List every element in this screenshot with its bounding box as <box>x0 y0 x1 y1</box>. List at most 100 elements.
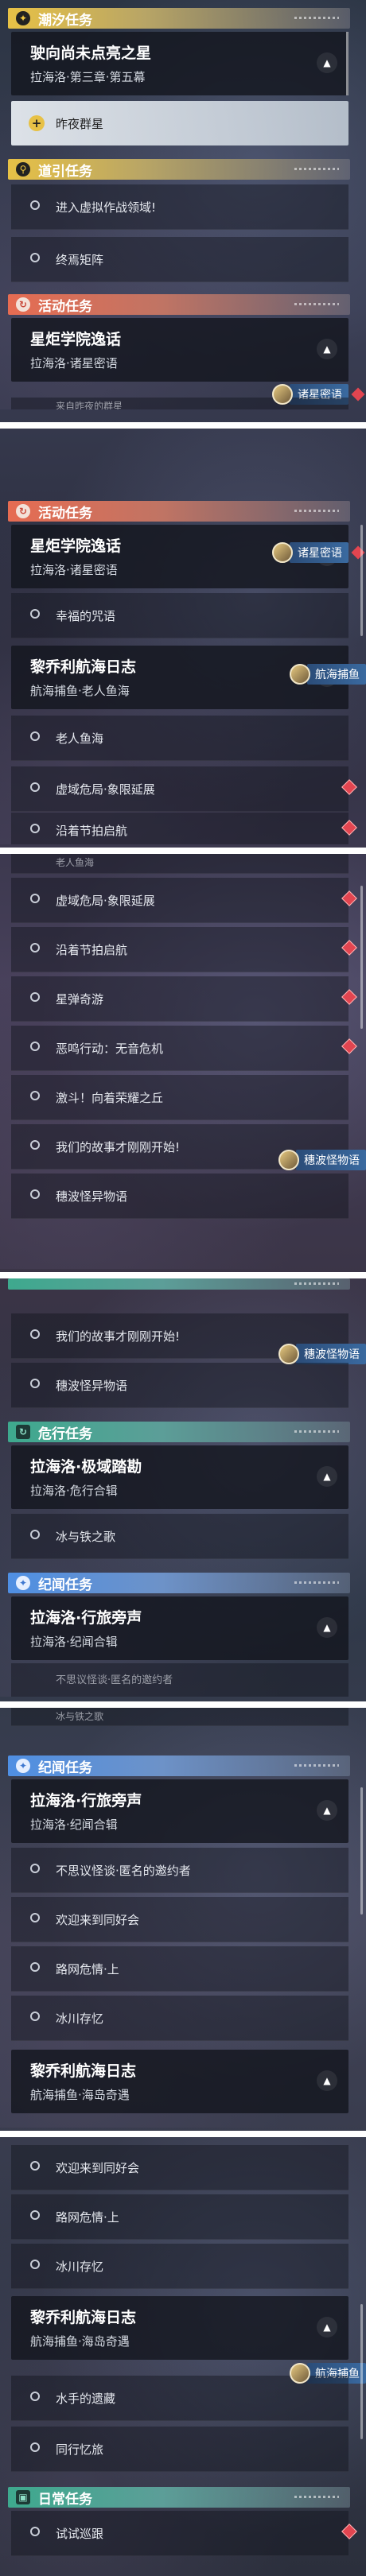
chevron-up-icon[interactable]: ▲ <box>317 339 337 359</box>
category-header-chronicle[interactable]: ✦ 纪闻任务 <box>8 1573 350 1593</box>
task-row[interactable]: 沿着节拍启航 <box>11 927 357 972</box>
scrollbar[interactable] <box>360 525 363 636</box>
swirl-icon: ↻ <box>16 297 30 312</box>
category-header-tide[interactable]: ✦ 潮汐任务 <box>8 8 350 29</box>
task-label: 星弹奇游 <box>56 992 104 1007</box>
radio-icon <box>30 1530 40 1539</box>
radio-icon <box>30 2210 40 2220</box>
task-row[interactable]: 同行忆旅 <box>11 2427 348 2472</box>
quest-title: 黎乔利航海日志 <box>30 2062 137 2080</box>
quest-card-lights[interactable]: 驶向尚未点亮之星 拉海洛·第三章·第五幕 ▲ <box>11 32 348 95</box>
task-label: 终焉矩阵 <box>56 253 104 267</box>
tag-label: 航海捕鱼 <box>307 664 366 685</box>
radio-icon <box>30 824 40 833</box>
screenshot-slice-2: ↻ 活动任务 星炬学院逸话 拉海洛·诸星密语 ▲ 诸星密语 幸福的咒语 黎乔利航… <box>0 429 366 844</box>
quest-title: 黎乔利航海日志 <box>30 2309 137 2326</box>
radio-icon <box>30 894 40 903</box>
task-row[interactable]: 路网危情·上 <box>11 1946 348 1992</box>
wave-icon <box>278 1150 299 1170</box>
task-row[interactable]: 沿着节拍启航 <box>11 813 357 844</box>
task-label: 冰川存忆 <box>56 2012 104 2026</box>
task-row[interactable]: 冰与铁之歌 <box>11 1514 348 1559</box>
alert-diamond-icon <box>341 940 357 956</box>
task-row[interactable]: 冰川存忆 <box>11 2244 348 2289</box>
quest-subtitle: 拉海洛·危行合辑 <box>30 1484 118 1498</box>
category-header-chronicle[interactable]: ✦ 纪闻任务 <box>8 1755 350 1776</box>
task-row[interactable]: 虚域危局·象限延展 <box>11 766 357 812</box>
quest-subtitle: 拉海洛·诸星密语 <box>30 563 118 577</box>
task-label: 路网危情·上 <box>56 1962 119 1977</box>
chevron-up-icon[interactable]: ▲ <box>317 2317 337 2337</box>
task-label: 幸福的咒语 <box>56 609 116 623</box>
tag-label: 穗波怪物语 <box>296 1150 366 1170</box>
task-label: 冰与铁之歌 <box>56 1530 116 1544</box>
task-row[interactable]: 欢迎来到同好会 <box>11 1897 348 1942</box>
task-row[interactable]: 激斗！向着荣耀之丘 <box>11 1075 348 1120</box>
quest-card-academy[interactable]: 星炬学院逸话 拉海洛·诸星密语 ▲ <box>11 318 348 382</box>
task-row-partial[interactable]: 老人鱼海 <box>11 854 348 874</box>
radio-icon <box>30 1962 40 1972</box>
quest-title: 拉海洛·行旅旁声 <box>30 1609 142 1627</box>
screenshot-slice-3: 老人鱼海 虚域危局·象限延展 沿着节拍启航 星弹奇游 恶鸣行动：无音危机 激斗！… <box>0 854 366 1269</box>
task-row[interactable]: 星弹奇游 <box>11 976 357 1022</box>
quest-title: 黎乔利航海日志 <box>30 658 137 676</box>
category-header-partial <box>8 1278 350 1290</box>
chevron-up-icon[interactable]: ▲ <box>317 1466 337 1487</box>
scrollbar[interactable] <box>360 886 363 1029</box>
task-row[interactable]: 不思议怪谈·匿名的邀约者 <box>11 1848 348 1893</box>
task-label: 进入虚拟作战领域! <box>56 200 157 215</box>
task-row[interactable]: 老人鱼海 <box>11 716 348 761</box>
task-row[interactable]: 冰川存忆 <box>11 1996 348 2041</box>
radio-icon <box>30 1140 40 1150</box>
scrollbar[interactable] <box>360 1787 363 1915</box>
task-row[interactable]: 虚域危局·象限延展 <box>11 878 357 923</box>
tag-label: 诸星密语 <box>290 542 348 563</box>
task-row[interactable]: 穗波怪异物语 <box>11 1174 348 1219</box>
scrollbar[interactable] <box>360 2304 363 2439</box>
chevron-up-icon[interactable]: ▲ <box>317 1617 337 1638</box>
task-row-partial[interactable]: 来自昨夜的群星 <box>11 398 348 409</box>
chevron-up-icon[interactable]: ▲ <box>317 1800 337 1821</box>
task-row-selected[interactable]: + 昨夜群星 <box>11 101 348 145</box>
tag-wave-story: 穗波怪物语 <box>278 1344 366 1364</box>
quest-title: 拉海洛·极域踏勘 <box>30 1458 142 1476</box>
category-header-activity[interactable]: ↻ 活动任务 <box>8 294 350 315</box>
category-header-danger[interactable]: ↻ 危行任务 <box>8 1422 350 1442</box>
task-row[interactable]: 进入虚拟作战领域! <box>11 184 348 230</box>
task-row-partial[interactable]: 不思议怪谈·匿名的邀约者 <box>11 1663 348 1697</box>
slice-separator <box>0 2131 366 2137</box>
task-label: 同行忆旅 <box>56 2442 104 2457</box>
task-row[interactable]: 幸福的咒语 <box>11 593 348 638</box>
tag-sea-fishing: 航海捕鱼 <box>290 664 366 685</box>
category-header-activity[interactable]: ↻ 活动任务 <box>8 501 350 522</box>
slice-separator <box>0 1701 366 1708</box>
radio-icon <box>30 2161 40 2171</box>
quest-card-travel[interactable]: 拉海洛·行旅旁声 拉海洛·纪闻合辑 ▲ <box>11 1779 348 1843</box>
quest-card-log[interactable]: 黎乔利航海日志 航海捕鱼·海岛奇遇 ▲ <box>11 2296 348 2360</box>
task-row[interactable]: 试试巡跟 <box>11 2511 357 2556</box>
quest-card-travel[interactable]: 拉海洛·行旅旁声 拉海洛·纪闻合辑 ▲ <box>11 1596 348 1660</box>
radio-icon <box>30 2012 40 2021</box>
task-row[interactable]: 欢迎来到同好会 <box>11 2145 348 2190</box>
radio-icon <box>30 1091 40 1100</box>
chevron-up-icon[interactable]: ▲ <box>317 2070 337 2091</box>
task-row[interactable]: 穗波怪异物语 <box>11 1363 348 1408</box>
pin-icon: ⚲ <box>16 162 30 177</box>
radio-icon <box>30 253 40 262</box>
radio-icon <box>30 1189 40 1199</box>
divider-dots <box>294 303 339 305</box>
task-row[interactable]: 终焉矩阵 <box>11 237 348 282</box>
sparkle-icon: ✦ <box>16 1576 30 1590</box>
category-header-daily[interactable]: ▣ 日常任务 <box>8 2487 350 2508</box>
category-header-guide[interactable]: ⚲ 道引任务 <box>8 159 350 180</box>
task-row-partial[interactable]: 冰与铁之歌 <box>11 1708 348 1726</box>
radio-icon <box>30 2392 40 2401</box>
screenshot-slice-6: 欢迎来到同好会 路网危情·上 冰川存忆 黎乔利航海日志 航海捕鱼·海岛奇遇 ▲ … <box>0 2137 366 2576</box>
task-row[interactable]: 恶鸣行动：无音危机 <box>11 1026 357 1071</box>
task-label: 穗波怪异物语 <box>56 1189 128 1204</box>
chevron-up-icon[interactable]: ▲ <box>317 52 337 73</box>
radio-icon <box>30 200 40 210</box>
quest-card-polar[interactable]: 拉海洛·极域踏勘 拉海洛·危行合辑 ▲ <box>11 1445 348 1509</box>
quest-card-log[interactable]: 黎乔利航海日志 航海捕鱼·海岛奇遇 ▲ <box>11 2050 348 2113</box>
task-row[interactable]: 路网危情·上 <box>11 2194 348 2240</box>
